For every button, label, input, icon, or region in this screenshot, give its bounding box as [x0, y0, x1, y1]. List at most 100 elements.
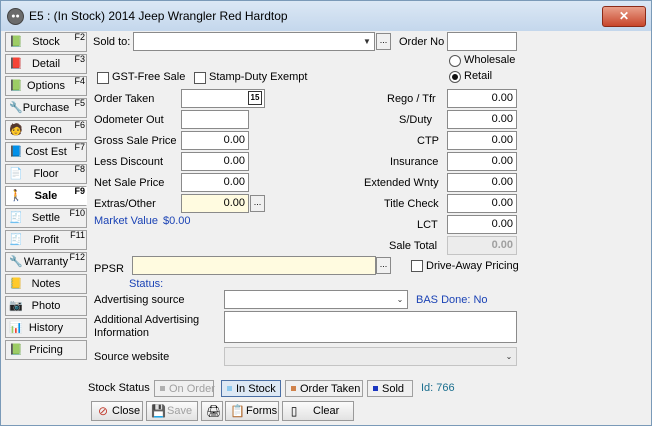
extended-wnty-input[interactable]: 0.00 [447, 173, 517, 192]
shortcut-key: F8 [74, 164, 85, 174]
stock-status-label: Stock Status [88, 382, 150, 394]
button-label: Close [112, 405, 141, 417]
stamp-duty-checkbox[interactable] [194, 72, 206, 84]
sidebar-item-profit[interactable]: 🧾 Profit F11 [5, 230, 87, 250]
chevron-down-icon: ⌄ [505, 352, 513, 361]
chevron-down-icon[interactable]: ▼ [360, 33, 374, 50]
odometer-label: Odometer Out [94, 114, 164, 126]
shortcut-key: F4 [74, 76, 85, 86]
sale-total-label: Sale Total [389, 240, 438, 252]
sidebar-item-recon[interactable]: 🧑 Recon F6 [5, 120, 87, 140]
shortcut-key: F5 [74, 98, 85, 108]
net-sale-label: Net Sale Price [94, 177, 165, 189]
additional-advertising-textarea[interactable] [224, 311, 517, 343]
sidebar-item-detail[interactable]: 📕 Detail F3 [5, 54, 87, 74]
sidebar-item-pricing[interactable]: 📗 Pricing [5, 340, 87, 360]
extras-input[interactable]: 0.00 [181, 194, 249, 213]
net-sale-input[interactable]: 0.00 [181, 173, 249, 192]
lct-input[interactable]: 0.00 [447, 215, 517, 234]
shortcut-key: F10 [69, 208, 85, 218]
close-circle-icon: ⊘ [97, 404, 109, 418]
gst-free-checkbox[interactable] [97, 72, 109, 84]
forms-button[interactable]: 📋 Forms [225, 401, 279, 421]
sidebar-item-settle[interactable]: 🧾 Settle F10 [5, 208, 87, 228]
sold-to-combo[interactable]: ▼ [133, 32, 375, 51]
bas-done-label: BAS Done: No [416, 294, 488, 306]
chevron-down-icon[interactable]: ⌄ [393, 291, 407, 308]
ctp-label: CTP [417, 135, 439, 147]
insurance-label: Insurance [390, 156, 439, 168]
save-button[interactable]: 💾 Save [146, 401, 198, 421]
title-check-input[interactable]: 0.00 [447, 194, 517, 213]
on-order-button[interactable]: On Order [154, 380, 215, 397]
less-discount-input[interactable]: 0.00 [181, 152, 249, 171]
sold-button[interactable]: Sold [367, 380, 413, 397]
calendar-icon[interactable]: 15 [248, 91, 262, 105]
printer-icon: 🖨 [206, 404, 222, 418]
shortcut-key: F9 [74, 186, 85, 196]
odometer-input[interactable] [181, 110, 249, 129]
insurance-input[interactable]: 0.00 [447, 152, 517, 171]
status-color-swatch [291, 386, 296, 391]
ppsr-input[interactable] [132, 256, 376, 275]
market-value: $0.00 [163, 215, 191, 227]
forms-clipboard-icon: 📋 [230, 404, 245, 418]
order-no-input[interactable] [447, 32, 517, 51]
button-label: Clear [313, 405, 340, 417]
status-label: Order Taken [300, 383, 361, 395]
sidebar-item-warranty[interactable]: 🔧 Warranty F12 [5, 252, 87, 272]
sold-to-label: Sold to: [93, 36, 131, 48]
less-discount-label: Less Discount [94, 156, 164, 168]
print-button[interactable]: 🖨 [201, 401, 223, 421]
sale-total-value: 0.00 [447, 236, 517, 255]
drive-away-checkbox[interactable] [411, 260, 423, 272]
rego-label: Rego / Tfr [387, 93, 436, 105]
close-button[interactable]: ⊘ Close [91, 401, 143, 421]
sidebar-item-purchase[interactable]: 🔧 Purchase F5 [5, 98, 87, 118]
sidebar-item-photo[interactable]: 📷 Photo [5, 296, 87, 316]
sduty-input[interactable]: 0.00 [447, 110, 517, 129]
ppsr-status-label: Status: [129, 278, 164, 290]
ppsr-lookup-button[interactable]: ... [376, 257, 391, 274]
app-logo-icon: ●● [7, 8, 24, 25]
gross-sale-input[interactable]: 0.00 [181, 131, 249, 150]
order-taken-button[interactable]: Order Taken [285, 380, 363, 397]
retail-label: Retail [464, 70, 493, 82]
order-no-label: Order No [399, 36, 445, 48]
status-label: On Order [169, 383, 215, 395]
save-disk-icon: 💾 [151, 404, 166, 418]
advertising-source-select[interactable]: ⌄ [224, 290, 408, 309]
extras-label: Extras/Other [94, 198, 156, 210]
sidebar-item-sale[interactable]: 🚶 Sale F9 [5, 186, 87, 206]
window-close-button[interactable]: ✕ [602, 6, 646, 27]
window-title: E5 : (In Stock) 2014 Jeep Wrangler Red H… [29, 9, 288, 23]
sidebar-item-cost-est[interactable]: 📘 Cost Est F7 [5, 142, 87, 162]
sidebar-item-label: Notes [31, 278, 61, 290]
wholesale-radio[interactable] [449, 55, 461, 67]
sidebar-item-history[interactable]: 📊 History [5, 318, 87, 338]
sidebar-item-label: Photo [31, 300, 61, 312]
sidebar-item-label: History [28, 322, 64, 334]
ctp-input[interactable]: 0.00 [447, 131, 517, 150]
title-check-label: Title Check [384, 198, 439, 210]
status-label: In Stock [236, 383, 276, 395]
sidebar-item-floor[interactable]: 📄 Floor F8 [5, 164, 87, 184]
sduty-label: S/Duty [399, 114, 433, 126]
sold-to-lookup-button[interactable]: ... [376, 33, 391, 50]
lct-label: LCT [417, 219, 438, 231]
order-taken-date-input[interactable]: 15 [181, 89, 265, 108]
status-label: Sold [382, 383, 405, 395]
stock-id: Id: 766 [421, 382, 455, 394]
sidebar-item-stock[interactable]: 📗 Stock F2 [5, 32, 87, 52]
sidebar-item-options[interactable]: 📗 Options F4 [5, 76, 87, 96]
rego-input[interactable]: 0.00 [447, 89, 517, 108]
retail-radio[interactable] [449, 71, 461, 83]
clear-button[interactable]: ▯ Clear [282, 401, 354, 421]
in-stock-button[interactable]: In Stock [221, 380, 281, 397]
shortcut-key: F11 [70, 230, 85, 240]
shortcut-key: F3 [74, 54, 85, 64]
extras-lookup-button[interactable]: ... [250, 195, 265, 212]
drive-away-label: Drive-Away Pricing [426, 260, 519, 272]
shortcut-key: F6 [74, 120, 85, 130]
sidebar-item-notes[interactable]: 📒 Notes [5, 274, 87, 294]
